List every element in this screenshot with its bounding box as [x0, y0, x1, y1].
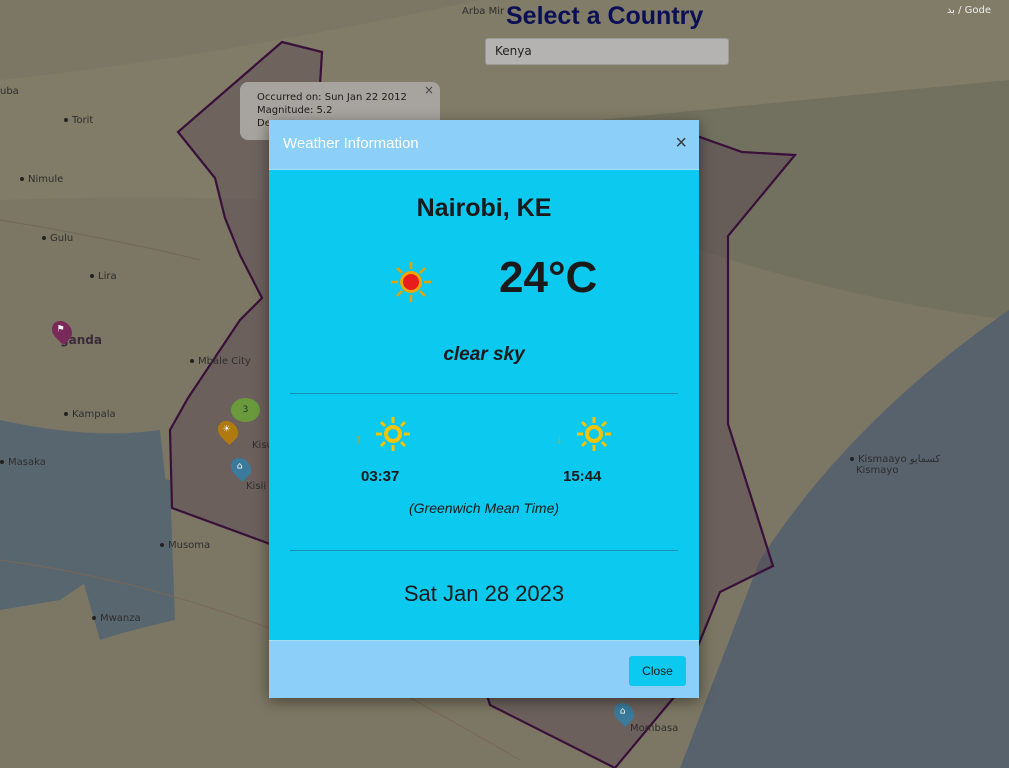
place-masaka: Masaka [0, 457, 46, 468]
place-arba-minch: Arba Mir [462, 6, 505, 17]
sun-icon [391, 262, 431, 302]
place-kisii: Kisii [246, 481, 267, 492]
place-gulu: Gulu [42, 233, 73, 244]
weather-description: clear sky [443, 344, 525, 365]
sunset-time: 15:44 [563, 468, 602, 485]
place-torit: Torit [64, 115, 93, 126]
page-title: Select a Country [506, 2, 704, 30]
close-button[interactable]: Close [629, 656, 686, 686]
divider [290, 393, 678, 394]
place-musoma: Musoma [160, 540, 210, 551]
sunrise-icon [376, 417, 410, 451]
city-name: Nairobi, KE [416, 194, 552, 222]
place-juba: uba [0, 86, 19, 97]
place-mombasa: Mombasa [630, 723, 679, 734]
close-icon[interactable]: × [675, 132, 687, 155]
map-attribution: بد / Gode [946, 5, 991, 16]
weather-modal: Weather Information × Nairobi, KE 24°C c… [269, 120, 699, 698]
weather-date: Sat Jan 28 2023 [403, 581, 565, 606]
divider [290, 550, 678, 551]
country-select[interactable]: Kenya [485, 38, 729, 65]
temperature: 24°C [499, 253, 598, 302]
sunset-arrow-icon: ↓ [556, 431, 563, 446]
place-lira: Lira [90, 271, 117, 282]
popup-occurred: Occurred on: Sun Jan 22 2012 [257, 92, 407, 103]
timezone-label: (Greenwich Mean Time) [408, 500, 560, 516]
popup-magnitude: Magnitude: 5.2 [257, 105, 333, 116]
marker-cluster[interactable]: 3 [231, 398, 260, 422]
modal-title: Weather Information [283, 135, 419, 152]
place-mbale: Mbale City [190, 356, 251, 367]
place-kismaayo: Kismaayo كسمايو [850, 454, 940, 465]
place-mwanza: Mwanza [92, 613, 141, 624]
sunrise-arrow-icon: ↑ [355, 431, 362, 446]
place-kampala: Kampala [64, 409, 116, 420]
popup-close-icon[interactable]: × [424, 84, 434, 97]
sunrise-time: 03:37 [361, 468, 400, 485]
sunset-icon [577, 417, 611, 451]
place-kismayo: Kismayo [856, 465, 899, 476]
modal-footer: Close [269, 640, 699, 698]
modal-header: Weather Information × [269, 120, 699, 170]
place-nimule: Nimule [20, 174, 63, 185]
